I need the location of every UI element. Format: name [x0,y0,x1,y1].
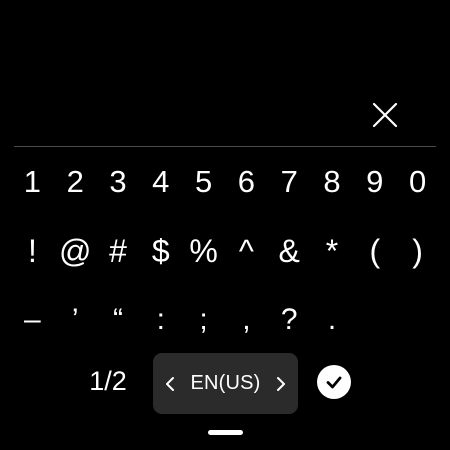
done-button[interactable] [317,365,351,399]
key-dollar[interactable]: $ [139,228,182,274]
key-caret[interactable]: ^ [225,228,268,274]
key-dash[interactable]: – [11,297,54,343]
key-4[interactable]: 4 [139,159,182,205]
key-2[interactable]: 2 [54,159,97,205]
drag-handle[interactable] [208,430,243,435]
key-at[interactable]: @ [54,228,97,274]
key-open-paren[interactable]: ( [353,228,396,274]
close-button[interactable] [367,97,403,133]
key-question[interactable]: ? [268,297,311,343]
chevron-left-icon [166,376,174,391]
key-exclamation[interactable]: ! [11,228,54,274]
prev-language-button[interactable] [159,364,181,404]
punctuation-row: – ’ “ : ; , ? . [11,297,439,343]
key-semicolon[interactable]: ; [182,297,225,343]
key-asterisk[interactable]: * [311,228,354,274]
close-icon [372,102,398,128]
key-6[interactable]: 6 [225,159,268,205]
chevron-right-icon [277,376,285,391]
key-8[interactable]: 8 [311,159,354,205]
divider [14,146,436,147]
key-apostrophe[interactable]: ’ [54,297,97,343]
page-toggle-button[interactable]: 1/2 [80,361,136,401]
key-9[interactable]: 9 [353,159,396,205]
next-language-button[interactable] [270,364,292,404]
number-row: 1 2 3 4 5 6 7 8 9 0 [11,159,439,205]
language-label: EN(US) [190,372,261,394]
key-0[interactable]: 0 [396,159,439,205]
key-colon[interactable]: : [139,297,182,343]
key-comma[interactable]: , [225,297,268,343]
key-1[interactable]: 1 [11,159,54,205]
key-period[interactable]: . [311,297,354,343]
key-percent[interactable]: % [182,228,225,274]
check-icon [326,376,342,389]
key-hash[interactable]: # [97,228,140,274]
key-3[interactable]: 3 [97,159,140,205]
language-switcher: EN(US) [153,353,298,414]
symbol-row: ! @ # $ % ^ & * ( ) [11,228,439,274]
key-quote[interactable]: “ [97,297,140,343]
key-ampersand[interactable]: & [268,228,311,274]
key-close-paren[interactable]: ) [396,228,439,274]
key-7[interactable]: 7 [268,159,311,205]
key-5[interactable]: 5 [182,159,225,205]
